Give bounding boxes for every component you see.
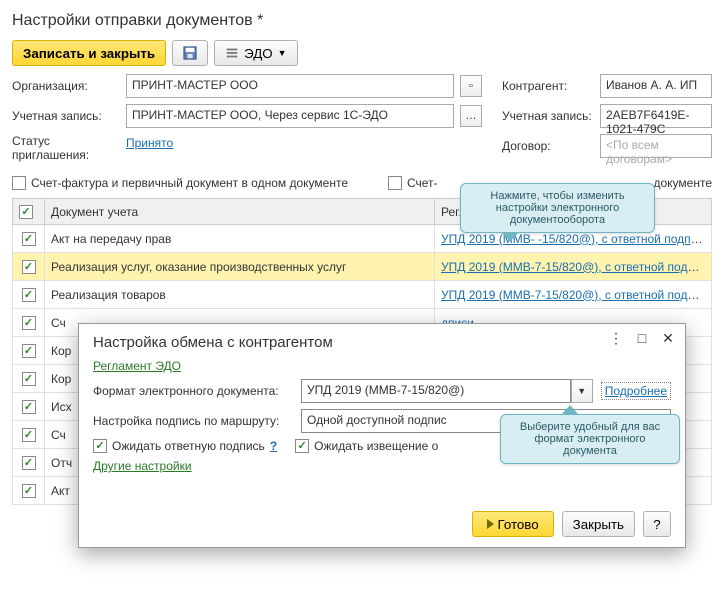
format-label: Формат электронного документа: [93,384,293,398]
table-row[interactable]: Реализация товаров УПД 2019 (ММВ-7-15/820… [13,281,712,309]
org-open-button[interactable]: ▫ [460,75,482,97]
acct-r-input[interactable]: 2AEB7F6419E-1021-479C [600,104,712,128]
acct-r-label: Учетная запись: [502,109,594,123]
open-icon: ▫ [469,80,473,92]
row-check-icon[interactable] [22,484,36,498]
route-label: Настройка подпись по маршруту: [93,414,293,428]
wait-sign-checkbox[interactable]: Ожидать ответную подпись ? [93,439,277,453]
one-doc-label: Счет-фактура и первичный документ в одно… [31,176,348,190]
row-check-icon[interactable] [22,344,36,358]
org-label: Организация: [12,79,120,93]
ready-button[interactable]: Готово [472,511,554,537]
dog-input[interactable]: <По всем договорам> [600,134,712,158]
acct-input[interactable]: ПРИНТ-МАСТЕР ООО, Через сервис 1С-ЭДО [126,104,454,128]
row-check-icon[interactable] [22,232,36,246]
reglament-link[interactable]: Регламент ЭДО [93,359,181,373]
checkbox-icon [295,439,309,453]
format-dropdown-button[interactable]: ▼ [571,379,593,403]
callout-edit-settings: Нажмите, чтобы изменить настройки электр… [460,183,655,233]
cb2-label: Счет- [407,176,438,190]
save-button[interactable] [172,40,208,66]
checkbox-icon [12,176,26,190]
play-icon [487,519,494,529]
chevron-down-icon: ▼ [577,386,586,396]
ready-label: Готово [498,517,539,532]
page-title: Настройки отправки документов * [12,12,712,30]
row-reg-cell: УПД 2019 (ММВ-7-15/820@), с ответной под… [435,281,712,309]
row-doc-cell: Реализация товаров [45,281,435,309]
row-check-icon[interactable] [22,428,36,442]
list-icon [225,46,239,60]
row-doc-cell: Реализация услуг, оказание производствен… [45,253,435,281]
checkbox-icon [93,439,107,453]
wait-notice-checkbox[interactable]: Ожидать извещение о [295,439,438,453]
callout-choose-format: Выберите удобный для вас формат электрон… [500,414,680,464]
dialog-close-button[interactable]: ✕ [659,330,677,347]
row-doc-cell: Акт на передачу прав [45,225,435,253]
more-link[interactable]: Подробнее [601,382,671,400]
wait-notice-label: Ожидать извещение о [314,439,438,453]
dialog-max-button[interactable]: □ [633,330,651,347]
edo-label: ЭДО [244,46,273,61]
wait-sign-label: Ожидать ответную подпись [112,439,265,453]
org-input[interactable]: ПРИНТ-МАСТЕР ООО [126,74,454,98]
reglament-link[interactable]: УПД 2019 (ММВ-7-15/820@), с ответной под… [441,288,712,302]
checkbox-icon [388,176,402,190]
dialog-title: Настройка обмена с контрагентом [93,334,671,351]
cb2-checkbox[interactable]: Счет- [388,176,438,190]
dialog-menu-button[interactable]: ⋮ [607,330,625,347]
other-settings-link[interactable]: Другие настройки [93,459,192,473]
acct-pick-button[interactable]: … [460,105,482,127]
diskette-icon [183,46,197,60]
header-check-icon[interactable] [19,205,33,219]
row-check-icon[interactable] [22,456,36,470]
status-link[interactable]: Принято [126,136,173,150]
edo-menu-button[interactable]: ЭДО ▼ [214,40,297,66]
ellipsis-icon: … [466,110,477,122]
save-close-button[interactable]: Записать и закрыть [12,40,166,66]
contr-label: Контрагент: [502,79,594,93]
row-check-icon[interactable] [22,260,36,274]
table-row[interactable]: Реализация услуг, оказание производствен… [13,253,712,281]
dialog-help-button[interactable]: ? [643,511,671,537]
format-input[interactable]: УПД 2019 (ММВ-7-15/820@) [301,379,571,403]
dog-label: Договор: [502,139,594,153]
dialog-close-btn[interactable]: Закрыть [562,511,635,537]
help-icon[interactable]: ? [270,439,277,453]
col-doc-header[interactable]: Документ учета [45,199,435,225]
reglament-link[interactable]: УПД 2019 (ММВ-7-15/820@), с ответной под… [441,260,712,274]
acct-label: Учетная запись: [12,109,120,123]
status-label: Статусприглашения: [12,134,120,162]
row-check-icon[interactable] [22,288,36,302]
row-reg-cell: УПД 2019 (ММВ-7-15/820@), с ответной под… [435,253,712,281]
row-check-icon[interactable] [22,400,36,414]
row-check-icon[interactable] [22,372,36,386]
one-doc-checkbox[interactable]: Счет-фактура и первичный документ в одно… [12,176,348,190]
cb2-suffix: документе [653,176,712,198]
chevron-down-icon: ▼ [278,48,287,58]
contr-input[interactable]: Иванов А. А. ИП [600,74,712,98]
row-check-icon[interactable] [22,316,36,330]
reglament-link[interactable]: УПД 2019 (ММВ- -15/820@), с ответной под… [441,232,712,246]
